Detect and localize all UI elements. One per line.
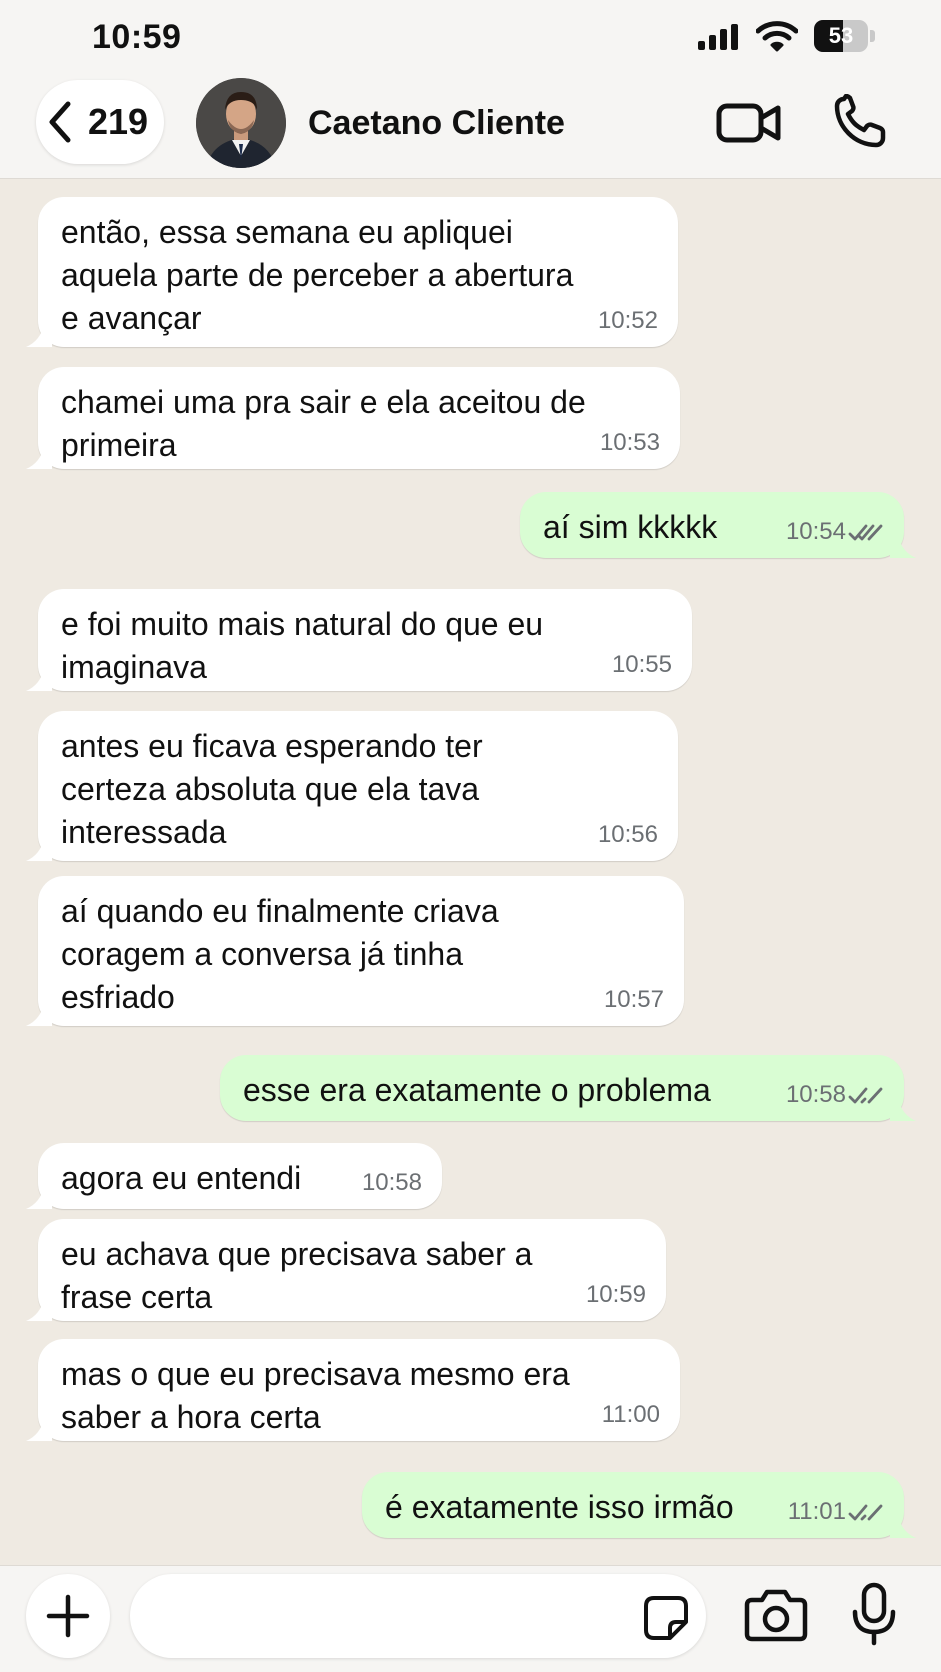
message-bubble-incoming[interactable]: agora eu entendi 10:58 <box>26 1143 442 1209</box>
bubble-tail <box>26 669 52 691</box>
message-text: chamei uma pra sair e ela aceitou de pri… <box>61 384 586 463</box>
unread-count: 219 <box>88 101 149 142</box>
message-bubble-outgoing[interactable]: aí sim kkkkk 10:54 <box>520 492 916 558</box>
message-text: então, essa semana eu apliquei aquela pa… <box>61 214 574 336</box>
bubble-tail <box>26 839 52 861</box>
message-bubble-incoming[interactable]: e foi muito mais natural do que eu imagi… <box>26 589 692 691</box>
battery-level: 53 <box>828 23 854 48</box>
video-camera-icon[interactable] <box>716 98 782 148</box>
message-bubble-incoming[interactable]: aí quando eu finalmente criava coragem a… <box>26 876 684 1026</box>
message-bubble-incoming[interactable]: chamei uma pra sair e ela aceitou de pri… <box>26 367 680 469</box>
bubble-tail <box>890 1099 916 1121</box>
message-time: 10:58 <box>785 1081 846 1108</box>
message-time: 10:52 <box>597 307 658 334</box>
message-time: 10:56 <box>597 821 658 848</box>
message-text: é exatamente isso irmão <box>385 1489 734 1525</box>
message-time: 10:53 <box>599 429 660 456</box>
message-bubble-outgoing[interactable]: é exatamente isso irmão 11:01 <box>362 1472 916 1538</box>
attach-button[interactable] <box>26 1574 110 1658</box>
battery-indicator: 53 <box>814 20 876 52</box>
bubble-tail <box>890 536 916 558</box>
message-time: 10:58 <box>361 1169 422 1196</box>
message-time: 10:55 <box>611 651 672 678</box>
message-text: eu achava que precisava saber a frase ce… <box>61 1236 533 1315</box>
bubble-tail <box>26 1004 52 1026</box>
battery-tip <box>870 30 875 42</box>
bubble-tail <box>26 1419 52 1441</box>
contact-name[interactable]: Caetano Cliente <box>308 104 565 143</box>
bubble-tail <box>26 1299 52 1321</box>
whatsapp-chat-screen: 10:59 53 219 Caetano Cliente então, essa… <box>0 0 941 1672</box>
message-bubble-incoming[interactable]: eu achava que precisava saber a frase ce… <box>26 1219 666 1321</box>
bubble-tail <box>26 447 52 469</box>
message-text: aí quando eu finalmente criava coragem a… <box>61 893 499 1015</box>
message-time: 10:57 <box>603 986 664 1013</box>
message-text: e foi muito mais natural do que eu imagi… <box>61 606 544 685</box>
message-list: então, essa semana eu apliquei aquela pa… <box>0 179 941 1565</box>
chevron-left-icon <box>49 101 71 143</box>
read-checkmarks-icon <box>848 1087 883 1104</box>
camera-icon[interactable] <box>744 1588 808 1642</box>
message-time: 10:59 <box>585 1281 646 1308</box>
avatar[interactable] <box>196 78 286 168</box>
message-text: antes eu ficava esperando ter certeza ab… <box>61 728 483 850</box>
message-bubble-incoming[interactable]: então, essa semana eu apliquei aquela pa… <box>26 197 678 347</box>
message-bubble-outgoing[interactable]: esse era exatamente o problema 10:58 <box>220 1055 916 1121</box>
status-time: 10:59 <box>92 18 182 56</box>
bubble-tail <box>26 325 52 347</box>
microphone-icon[interactable] <box>850 1582 898 1646</box>
phone-icon[interactable] <box>832 94 888 150</box>
sticker-icon[interactable] <box>642 1594 690 1642</box>
contact-photo <box>196 78 286 168</box>
message-text: mas o que eu precisava mesmo era saber a… <box>61 1356 570 1435</box>
chat-header: 219 Caetano Cliente <box>0 78 941 179</box>
back-button[interactable]: 219 <box>36 80 164 164</box>
read-checkmarks-icon <box>848 1504 883 1521</box>
status-bar: 10:59 53 <box>0 0 941 80</box>
message-time: 10:54 <box>785 518 846 545</box>
message-input[interactable] <box>130 1574 706 1658</box>
read-checkmarks-icon <box>848 524 883 541</box>
bubble-tail <box>26 1187 52 1209</box>
message-text: esse era exatamente o problema <box>243 1072 711 1108</box>
battery-body: 53 <box>814 20 868 52</box>
bubble-tail <box>890 1516 916 1538</box>
message-bubble-incoming[interactable]: antes eu ficava esperando ter certeza ab… <box>26 711 678 861</box>
message-input-bar <box>0 1565 941 1672</box>
message-time: 11:00 <box>601 1401 660 1428</box>
plus-icon <box>46 1594 90 1638</box>
cellular-signal-icon <box>698 24 738 50</box>
message-bubble-incoming[interactable]: mas o que eu precisava mesmo era saber a… <box>26 1339 680 1441</box>
message-time: 11:01 <box>787 1498 846 1525</box>
message-text: aí sim kkkkk <box>543 509 718 545</box>
message-text: agora eu entendi <box>61 1160 302 1196</box>
wifi-icon <box>756 21 798 52</box>
